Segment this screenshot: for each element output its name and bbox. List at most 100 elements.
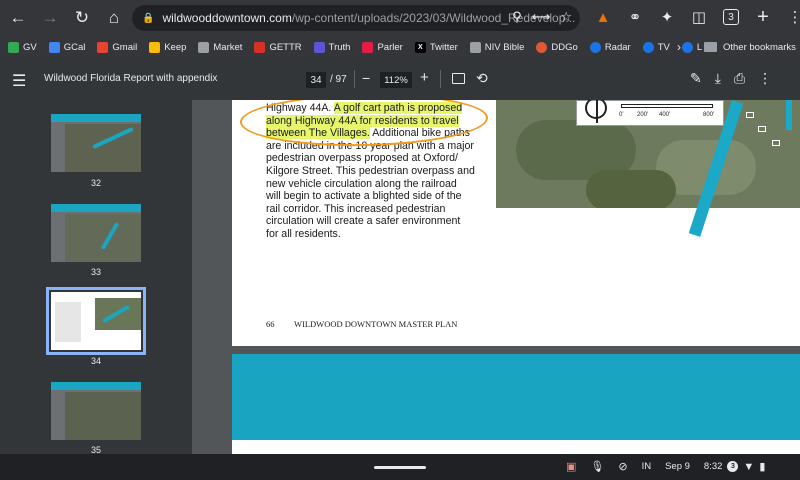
gettr-icon [254,41,266,53]
zoom-icon[interactable]: ⚲ [512,9,522,25]
reload-icon[interactable]: ↻ [68,4,96,32]
bookmark-market[interactable]: Market [198,41,242,53]
time[interactable]: 8:32 [704,461,723,472]
pdf-page: 0' 200' 400' 800' Highway 44A. A golf ca… [232,100,800,346]
text-run: circulation will create a safer environm… [266,215,461,228]
text-run: rail corridor. This increased pedestrian [266,202,446,215]
gcal-icon [48,41,60,53]
text-run: pedestrian overpass proposed at Oxford/ [266,152,458,165]
bookmark-gv[interactable]: GV [8,41,37,53]
tab-count-button[interactable]: 3 [720,6,742,28]
bookmarks-bar: GV GCal Gmail Keep Market GETTR Truth Pa… [0,36,800,58]
back-arrow-icon[interactable]: ← [4,4,32,32]
l-globe-icon [681,41,693,53]
duckduckgo-icon [536,41,548,53]
bookmarks-overflow-chevron-icon[interactable]: › [677,36,681,58]
home-icon[interactable]: ⌂ [100,4,128,32]
folder-icon [704,42,717,52]
thumbnail-page[interactable] [51,204,141,262]
bookmark-radar[interactable]: Radar [589,41,631,53]
page-footer-title: WILDWOOD DOWNTOWN MASTER PLAN [294,319,458,329]
bookmark-gettr[interactable]: GETTR [254,41,302,53]
thumbnail-label: 32 [90,178,101,188]
toolbar-divider [440,70,441,88]
page-total: / 97 [330,74,347,85]
fit-to-page-icon[interactable] [452,73,465,84]
zoom-in-icon[interactable]: + [420,69,429,86]
bookmark-gcal[interactable]: GCal [48,41,85,53]
gmail-icon [97,41,109,53]
share-icon[interactable]: ⟷ [532,9,551,25]
screen-capture-icon[interactable]: ▣ [566,460,576,473]
bookmark-star-icon[interactable]: ☆ [560,9,572,25]
print-icon[interactable]: ⎙ [734,70,745,87]
text-line: for all residents. [266,228,476,241]
status-tray[interactable]: ▣ 🎙 ⊘ IN Sep 9 8:32 3 ▼ ▮ [566,460,765,474]
side-panel-icon[interactable]: ◫ [688,6,710,28]
extension-tabfavicon-icon[interactable]: ▲ [592,6,614,28]
pdf-more-icon[interactable]: ⋮ [758,70,772,87]
bookmark-l[interactable]: L [681,41,702,53]
bookmark-tv[interactable]: TV [642,41,670,53]
browser-toolbar: ← → ↻ ⌂ 🔒 wildwooddowntown.com/wp-conten… [0,0,800,36]
input-method[interactable]: IN [642,461,652,472]
extensions-puzzle-icon[interactable]: ✦ [656,6,678,28]
download-icon[interactable]: ⤓ [715,70,721,87]
north-arrow-icon [585,100,607,123]
text-run: for all residents. [266,227,341,240]
notification-count-badge[interactable]: 3 [727,461,739,472]
system-shelf: ▣ 🎙 ⊘ IN Sep 9 8:32 3 ▼ ▮ [0,454,800,480]
microphone-icon[interactable]: 🎙 [590,460,604,473]
do-not-disturb-icon[interactable]: ⊘ [618,460,627,473]
bookmark-niv-bible[interactable]: NIV Bible [469,41,524,53]
bookmark-twitter[interactable]: X Twitter [414,41,458,53]
pdf-toolbar: ☰ Wildwood Florida Report with appendix … [0,58,800,100]
bookmark-parler[interactable]: Parler [362,41,403,53]
page-number-input[interactable]: 34 [306,72,326,88]
document-title: Wildwood Florida Report with appendix [44,73,218,84]
text-line: new vehicle circulation along the railro… [266,178,476,191]
tv-globe-icon [642,41,654,53]
thumbnail-label: 35 [90,445,101,454]
map-scale-bar: 0' 200' 400' 800' [576,100,724,126]
annotate-pen-icon[interactable]: ✎ [690,70,702,87]
truth-icon [313,41,325,53]
keep-icon [149,41,161,53]
zoom-level-input[interactable]: 112% [380,72,412,88]
bookmark-truth[interactable]: Truth [313,41,350,53]
bookmark-ddgo[interactable]: DDGo [536,41,578,53]
thumbnail-sidebar[interactable]: 32 33 34 35 [0,100,192,454]
date[interactable]: Sep 9 [665,461,690,472]
thumbnail-page[interactable] [51,114,141,172]
gv-icon [8,41,19,53]
bookmark-keep[interactable]: Keep [149,41,186,53]
new-tab-icon[interactable]: + [752,6,774,28]
twitter-x-icon: X [414,41,426,53]
text-line: Kilgore Street. This pedestrian overpass… [266,165,476,178]
address-bar[interactable]: 🔒 wildwooddowntown.com/wp-content/upload… [132,5,580,31]
bible-icon [469,41,481,53]
text-run: will begin to activate a blighted side o… [266,190,462,203]
text-line: circulation will create a safer environm… [266,215,476,228]
page-footer-number: 66 [266,319,275,329]
bookmark-gmail[interactable]: Gmail [97,41,137,53]
other-bookmarks-folder[interactable]: Other bookmarks [704,36,796,58]
text-line: will begin to activate a blighted side o… [266,190,476,203]
text-line: pedestrian overpass proposed at Oxford/ [266,152,476,165]
forward-arrow-icon[interactable]: → [36,4,64,32]
pdf-page-next [232,354,800,454]
home-gesture-bar[interactable] [374,466,426,469]
extension-arc-icon[interactable]: ⚭ [624,6,646,28]
toolbar-divider [354,70,355,88]
thumbnail-label: 33 [90,267,101,277]
rotate-icon[interactable]: ⟲ [476,70,488,87]
market-icon [198,41,210,53]
more-menu-icon[interactable]: ⋮ [784,6,800,28]
thumbnail-page-active[interactable] [46,287,146,355]
thumbnail-page[interactable] [51,382,141,440]
pdf-viewport[interactable]: 0' 200' 400' 800' Highway 44A. A golf ca… [192,100,800,454]
zoom-out-icon[interactable]: − [362,70,370,86]
wifi-icon: ▼ [743,460,755,473]
lock-icon: 🔒 [142,12,155,24]
hamburger-menu-icon[interactable]: ☰ [12,71,26,91]
